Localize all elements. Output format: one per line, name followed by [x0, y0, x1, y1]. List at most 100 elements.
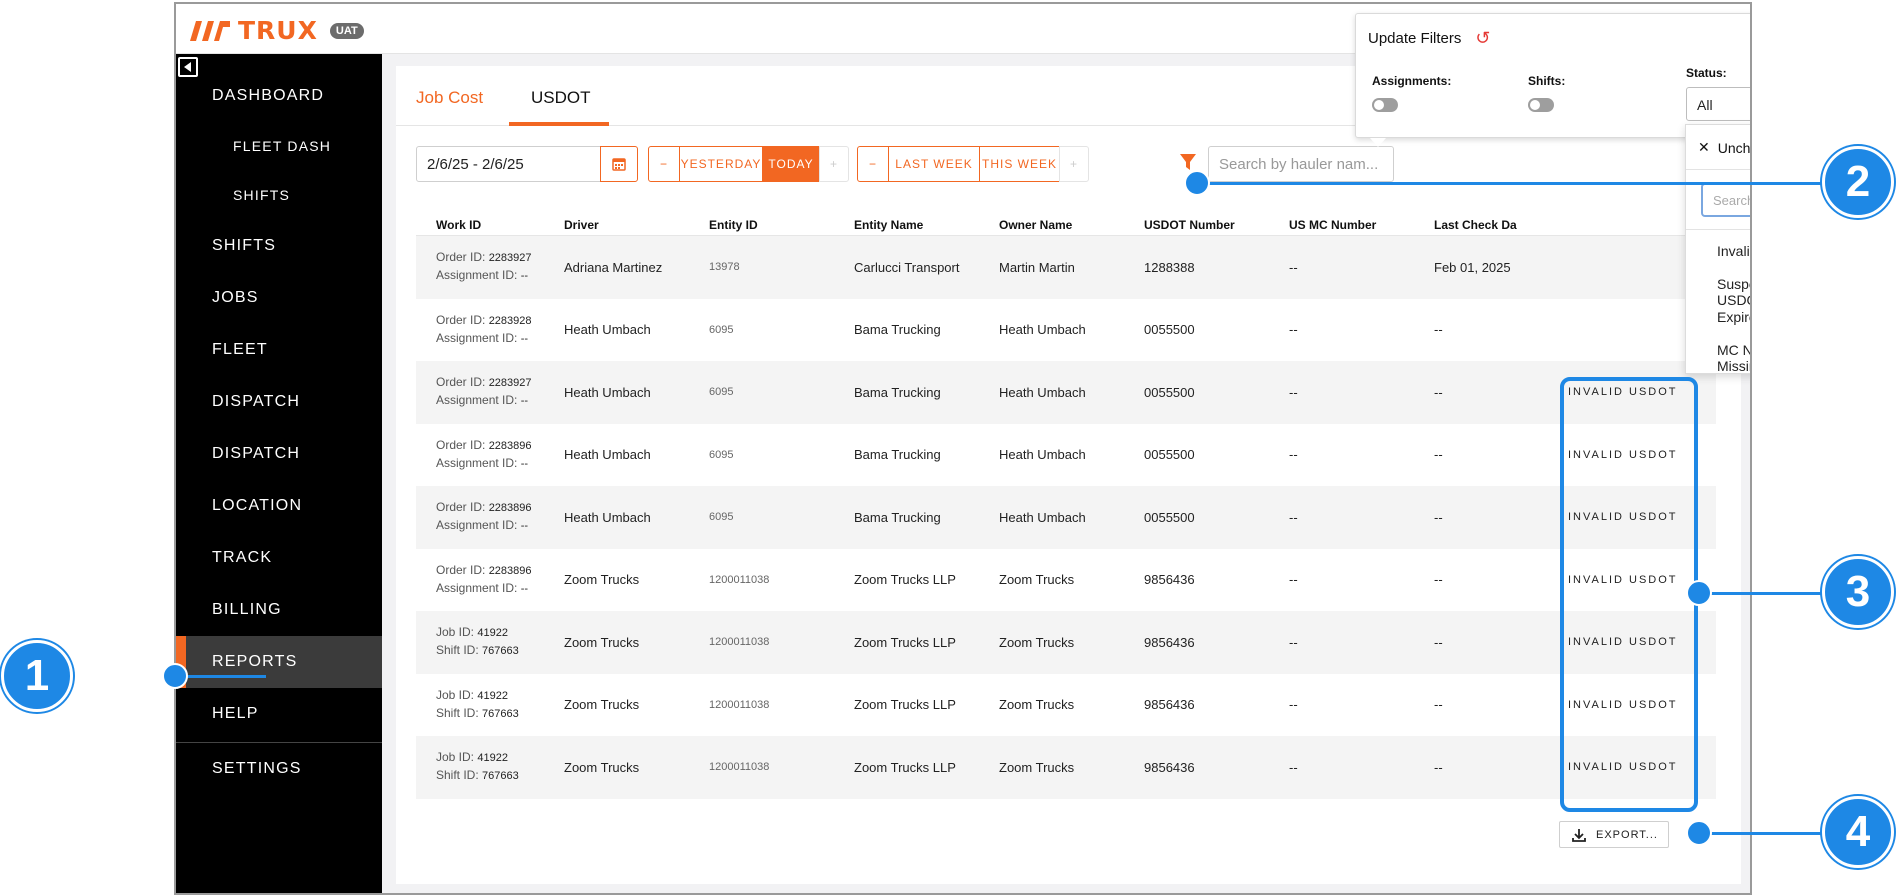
- id-value: 2283928: [488, 314, 532, 327]
- week-next-button[interactable]: +: [1059, 146, 1089, 182]
- active-tab-indicator: [509, 122, 609, 126]
- id-value: 767663: [482, 770, 519, 783]
- table-row[interactable]: Order ID: 2283896 Assignment ID: -- Heath …: [416, 424, 1716, 487]
- yesterday-button[interactable]: YESTERDAY: [679, 146, 763, 182]
- sidebar-item-billing[interactable]: BILLING: [176, 584, 382, 636]
- trux-logo[interactable]: TRUX UAT: [190, 16, 364, 45]
- status-select[interactable]: All: [1686, 87, 1750, 121]
- column-header[interactable]: Work ID: [436, 218, 481, 232]
- id-value: 41922: [477, 627, 508, 640]
- sidebar-item-dispatch[interactable]: DISPATCH: [176, 376, 382, 428]
- status-option[interactable]: Suspended USDOT: [1717, 276, 1750, 308]
- entity-id-cell: 1200011038: [709, 573, 770, 586]
- table-row[interactable]: Order ID: 2283896 Assignment ID: -- Heath …: [416, 486, 1716, 549]
- owner-name-cell: Martin Martin: [999, 259, 1075, 275]
- assignments-label: Assignments:: [1372, 74, 1452, 88]
- uncheck-all-button[interactable]: ✕ Uncheck All: [1698, 139, 1750, 156]
- sidebar-item-label: TRACK: [212, 549, 273, 566]
- id-label: Order ID:: [436, 437, 486, 452]
- sidebar-item-label: SHIFTS: [212, 237, 277, 254]
- work-id-cell: Order ID: 2283896 Assignment ID: --: [436, 486, 532, 549]
- work-id-cell: Order ID: 2283896 Assignment ID: --: [436, 549, 532, 612]
- sidebar-item-label: DISPATCH: [212, 445, 301, 462]
- day-next-button[interactable]: +: [819, 146, 849, 182]
- table-row[interactable]: Order ID: 2283896 Assignment ID: -- Zoom T…: [416, 549, 1716, 612]
- tab-usdot[interactable]: USDOT: [531, 88, 591, 108]
- sidebar-item-jobs[interactable]: JOBS: [176, 272, 382, 324]
- sidebar-item-label: JOBS: [212, 289, 259, 306]
- id-label: Assignment ID:: [436, 580, 518, 595]
- last-check-cell: --: [1434, 322, 1443, 338]
- id-value: --: [520, 582, 529, 595]
- table-row[interactable]: Job ID: 41922 Shift ID: 767663 Zoom Trucks…: [416, 674, 1716, 737]
- column-header[interactable]: Last Check Da: [1434, 218, 1517, 232]
- filter-icon[interactable]: [1180, 154, 1196, 170]
- id-value: --: [520, 457, 529, 470]
- day-prev-button[interactable]: −: [648, 146, 680, 182]
- id-value: 2283896: [488, 564, 532, 577]
- work-id-cell: Order ID: 2283928 Assignment ID: --: [436, 299, 532, 362]
- sidebar-item-dispatch-2[interactable]: DISPATCH: [176, 428, 382, 480]
- sidebar-item-label: SETTINGS: [212, 760, 302, 777]
- mc-number-cell: --: [1289, 322, 1298, 338]
- last-check-cell: --: [1434, 759, 1443, 775]
- table-row[interactable]: Order ID: 2283927 Assignment ID: -- Heath …: [416, 361, 1716, 424]
- mc-number-cell: --: [1289, 697, 1298, 713]
- sidebar-item-shifts[interactable]: SHIFTS: [176, 220, 382, 272]
- work-id-line: Shift ID: 767663: [436, 767, 519, 785]
- owner-name-cell: Heath Umbach: [999, 322, 1086, 338]
- column-header[interactable]: US MC Number: [1289, 218, 1376, 232]
- mc-number-cell: --: [1289, 384, 1298, 400]
- sidebar-item-settings[interactable]: SETTINGS: [176, 743, 382, 795]
- owner-name-cell: Heath Umbach: [999, 509, 1086, 525]
- date-range-input[interactable]: 2/6/25 - 2/6/25: [416, 146, 601, 182]
- sidebar-item-reports[interactable]: REPORTS: [176, 636, 382, 688]
- table-row[interactable]: Job ID: 41922 Shift ID: 767663 Zoom Trucks…: [416, 611, 1716, 674]
- sidebar-item-help[interactable]: HELP: [176, 688, 382, 740]
- sidebar-item-fleet-dash[interactable]: FLEET DASH: [176, 120, 382, 172]
- column-header[interactable]: Entity ID: [709, 218, 758, 232]
- status-option[interactable]: MC Number Missing: [1717, 342, 1750, 374]
- column-header[interactable]: Entity Name: [854, 218, 923, 232]
- sidebar-item-location[interactable]: LOCATION: [176, 480, 382, 532]
- status-option[interactable]: Expired USDOT: [1717, 309, 1750, 325]
- callout-1-line: [176, 675, 266, 678]
- assignments-toggle[interactable]: [1372, 98, 1398, 112]
- column-header[interactable]: USDOT Number: [1144, 218, 1235, 232]
- mc-number-cell: --: [1289, 572, 1298, 588]
- reset-icon[interactable]: ↺: [1475, 29, 1490, 47]
- last-check-cell: --: [1434, 384, 1443, 400]
- today-button[interactable]: TODAY: [762, 146, 820, 182]
- table-row[interactable]: Order ID: 2283927 Assignment ID: -- Adrian…: [416, 236, 1716, 299]
- shifts-toggle[interactable]: [1528, 98, 1554, 112]
- calendar-button[interactable]: [600, 146, 638, 182]
- work-id-line: Shift ID: 767663: [436, 642, 519, 660]
- status-option[interactable]: Invalid USDOT: [1717, 243, 1750, 259]
- env-badge: UAT: [329, 22, 364, 39]
- id-value: 767663: [482, 645, 519, 658]
- entity-name-cell: Bama Trucking: [854, 384, 941, 400]
- hauler-search-input[interactable]: Search by hauler nam...: [1208, 146, 1394, 182]
- work-id-line: Assignment ID: --: [436, 392, 528, 410]
- export-button[interactable]: EXPORT...: [1559, 821, 1669, 848]
- work-id-line: Assignment ID: --: [436, 517, 528, 535]
- work-id-cell: Job ID: 41922 Shift ID: 767663: [436, 611, 519, 674]
- table-row[interactable]: Order ID: 2283928 Assignment ID: -- Heath …: [416, 299, 1716, 362]
- work-id-line: Assignment ID: --: [436, 267, 528, 285]
- week-prev-button[interactable]: −: [857, 146, 889, 182]
- table-row[interactable]: Job ID: 41922 Shift ID: 767663 Zoom Trucks…: [416, 736, 1716, 799]
- status-label: Status:: [1686, 66, 1727, 80]
- callout-1-dot: [162, 663, 188, 689]
- owner-name-cell: Zoom Trucks: [999, 634, 1075, 650]
- driver-cell: Heath Umbach: [564, 447, 651, 463]
- last-week-button[interactable]: LAST WEEK: [888, 146, 980, 182]
- sidebar-item-track[interactable]: TRACK: [176, 532, 382, 584]
- sidebar-item-fleet[interactable]: FLEET: [176, 324, 382, 376]
- tab-job-cost[interactable]: Job Cost: [416, 88, 483, 108]
- column-header[interactable]: Owner Name: [999, 218, 1072, 232]
- column-header[interactable]: Driver: [564, 218, 599, 232]
- this-week-button[interactable]: THIS WEEK: [979, 146, 1060, 182]
- status-search-input[interactable]: Search...: [1701, 183, 1750, 217]
- sidebar-item-shifts-sub[interactable]: SHIFTS: [176, 169, 382, 221]
- sidebar-item-dashboard[interactable]: DASHBOARD: [176, 70, 382, 122]
